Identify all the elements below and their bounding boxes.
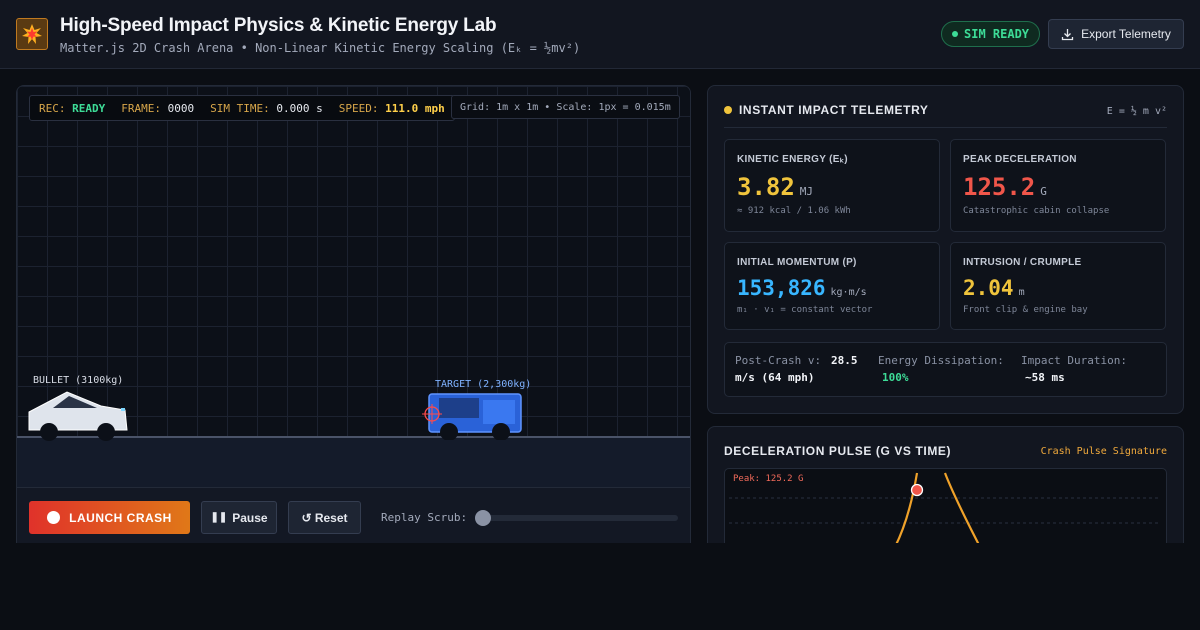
hud-frame-value: 0000 — [167, 101, 195, 115]
momentum-value: 153,826 — [737, 276, 826, 300]
intrusion-label: INTRUSION / CRUMPLE — [963, 257, 1082, 268]
momentum-card: INITIAL MOMENTUM (P) 153,826 kg·m/s m₁ ·… — [724, 242, 940, 330]
pulse-title: DECELERATION PULSE (G VS TIME) — [724, 444, 952, 458]
launch-crash-button[interactable]: LAUNCH CRASH — [29, 501, 190, 534]
telemetry-title: INSTANT IMPACT TELEMETRY — [739, 103, 929, 117]
bullet-car-label: BULLET (3100kg) — [33, 375, 124, 386]
hud-speed-label: SPEED: — [338, 101, 379, 115]
page-subtitle: Matter.js 2D Crash Arena • Non-Linear Ki… — [60, 41, 581, 55]
pause-icon: ❚❚ — [210, 512, 228, 523]
decel-label: PEAK DECELERATION — [963, 154, 1077, 165]
post-crash-value: 28.5 — [831, 354, 858, 367]
launch-label: LAUNCH CRASH — [69, 510, 172, 525]
grid-scale-info: Grid: 1m x 1m • Scale: 1px = 0.015m — [451, 95, 680, 119]
crash-arena-panel: REC: READY FRAME: 0000 SIM TIME: 0.000 s… — [16, 85, 691, 555]
hud-rec-label: REC: — [39, 101, 66, 115]
explosion-icon — [16, 18, 48, 50]
reset-button[interactable]: ↺ Reset — [288, 501, 361, 534]
pause-label: Pause — [232, 510, 268, 525]
momentum-unit: kg·m/s — [830, 287, 867, 298]
energy-formula: E = ½ m v² — [1106, 106, 1167, 117]
kinetic-label: KINETIC ENERGY (Eₖ) — [737, 154, 848, 165]
pulse-peak-marker — [910, 483, 924, 497]
arena-ground — [17, 436, 690, 487]
export-telemetry-button[interactable]: Export Telemetry — [1048, 19, 1184, 49]
hud-speed-value: 111.0 mph — [385, 101, 445, 115]
intrusion-unit: m — [1018, 287, 1025, 298]
telemetry-dot-icon — [724, 106, 732, 114]
dissipation-label: Energy Dissipation: — [878, 354, 1004, 367]
telemetry-header: INSTANT IMPACT TELEMETRY — [724, 103, 929, 117]
status-dot-icon — [952, 31, 958, 37]
replay-scrub-label: Replay Scrub: — [381, 511, 468, 524]
app-header: High-Speed Impact Physics & Kinetic Ener… — [0, 0, 1200, 69]
crosshair-icon — [422, 404, 442, 424]
duration-label: Impact Duration: — [1021, 354, 1127, 367]
pulse-peak-label: Peak: 125.2 G — [733, 474, 804, 484]
target-car-label: TARGET (2,300kg) — [435, 379, 532, 390]
kinetic-value: 3.82 — [737, 173, 795, 201]
momentum-label: INITIAL MOMENTUM (P) — [737, 257, 857, 268]
download-icon — [1061, 28, 1074, 40]
momentum-sub: m₁ · v₁ = constant vector — [737, 305, 873, 315]
reset-label: ↺ Reset — [301, 510, 348, 525]
impact-telemetry-panel: INSTANT IMPACT TELEMETRY E = ½ m v² KINE… — [707, 85, 1184, 414]
record-icon — [47, 511, 61, 524]
hud-sim-time-label: SIM TIME: — [210, 101, 270, 115]
post-crash-stats: Post-Crash v: 28.5 m/s (64 mph) Energy D… — [724, 342, 1167, 397]
replay-scrub-track[interactable] — [479, 515, 678, 521]
intrusion-value: 2.04 — [963, 276, 1014, 300]
page-background — [0, 543, 1200, 630]
kinetic-sub: ≈ 912 kcal / 1.06 kWh — [737, 206, 851, 216]
bullet-car[interactable] — [27, 386, 131, 442]
hud-rec-value: READY — [72, 101, 106, 115]
duration-value: ~58 ms — [1025, 371, 1065, 384]
post-crash-value-detail: m/s (64 mph) — [735, 371, 815, 384]
export-label: Export Telemetry — [1081, 27, 1171, 41]
kinetic-energy-card: KINETIC ENERGY (Eₖ) 3.82 MJ ≈ 912 kcal /… — [724, 139, 940, 232]
status-badge-label: SIM READY — [964, 27, 1030, 41]
kinetic-unit: MJ — [799, 185, 814, 198]
peak-deceleration-card: PEAK DECELERATION 125.2 G Catastrophic c… — [950, 139, 1166, 232]
telemetry-divider — [724, 127, 1167, 128]
hud-readout: REC: READY FRAME: 0000 SIM TIME: 0.000 s… — [29, 95, 455, 121]
replay-scrub-thumb[interactable] — [475, 510, 491, 526]
decel-unit: G — [1040, 185, 1047, 198]
intrusion-card: INTRUSION / CRUMPLE 2.04 m Front clip & … — [950, 242, 1166, 330]
status-badge: SIM READY — [941, 21, 1041, 47]
pulse-tag: Crash Pulse Signature — [1040, 446, 1167, 457]
post-crash-label: Post-Crash v: — [735, 354, 822, 367]
decel-sub: Catastrophic cabin collapse — [963, 206, 1110, 216]
pause-button[interactable]: ❚❚ Pause — [201, 501, 277, 534]
intrusion-sub: Front clip & engine bay — [963, 305, 1088, 315]
pulse-curve — [894, 472, 982, 550]
page-title: High-Speed Impact Physics & Kinetic Ener… — [60, 15, 497, 36]
dissipation-value: 100% — [882, 371, 909, 384]
decel-value: 125.2 — [963, 173, 1036, 201]
hud-frame-label: FRAME: — [121, 101, 161, 115]
hud-sim-time-value: 0.000 s — [276, 101, 323, 115]
